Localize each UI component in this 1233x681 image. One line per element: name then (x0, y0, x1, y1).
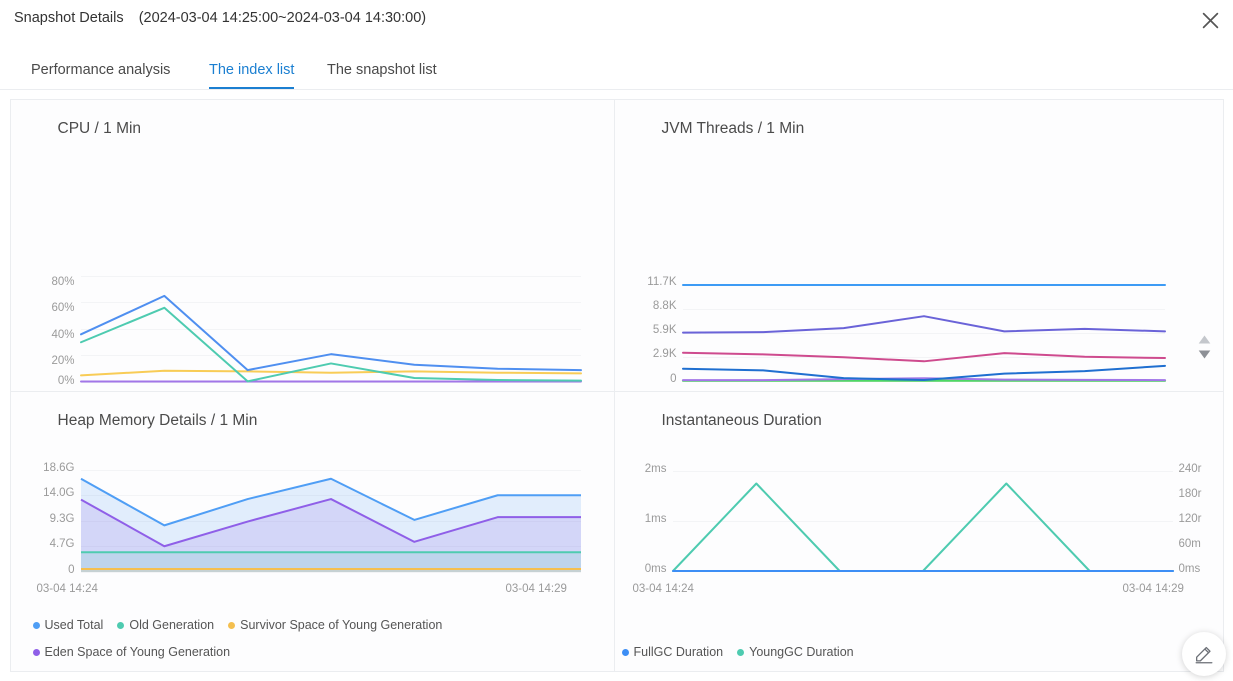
close-icon[interactable] (1195, 5, 1225, 35)
plot-area-instantaneous-duration (671, 470, 1174, 572)
legend-item-eden-space-of-young-generation[interactable]: Eden Space of Young Generation (32, 639, 231, 666)
plot-area-jvm-threads (681, 283, 1166, 382)
page-title: Snapshot Details (2024-03-04 14:25:00~20… (14, 10, 426, 26)
x-tick-heap-start: 03-04 14:24 (36, 582, 98, 595)
chart-lines-jvm-threads (681, 283, 1166, 382)
tab-bar: Performance analysis The index list The … (0, 52, 1233, 90)
tab-the-index-list[interactable]: The index list (209, 52, 295, 89)
snapshot-details-dialog: Snapshot Details (2024-03-04 14:25:00~20… (0, 0, 1233, 681)
y-tick-dur-right-2: 120r (1178, 512, 1202, 525)
legend-scroll-controls (1195, 332, 1215, 362)
chart-card-instantaneous-duration: Instantaneous Duration 2ms 1ms 0ms 240r … (613, 390, 1224, 672)
legend-dot-icon (737, 648, 745, 656)
y-tick-dur-right-4: 240r (1178, 462, 1202, 475)
y-tick-jvm-0: 0 (670, 372, 677, 385)
y-tick-cpu-4: 80% (51, 275, 75, 288)
y-tick-jvm-1: 2.9K (652, 347, 677, 360)
y-tick-cpu-3: 60% (51, 302, 75, 314)
legend-label: YoungGC Duration (749, 645, 854, 659)
legend-label: Old Generation (129, 618, 215, 632)
legend-item-survivor-space-of-young-generation[interactable]: Survivor Space of Young Generation (228, 612, 442, 639)
chart-card-heap-memory: Heap Memory Details / 1 Min 18.6G 14.0G … (9, 390, 615, 672)
y-tick-cpu-2: 40% (51, 328, 75, 341)
y-tick-dur-right-1: 60m (1178, 537, 1201, 550)
chart-card-cpu: CPU / 1 Min 80% 60% 40% 20% 0% 03-04 14:… (9, 98, 615, 392)
legend-dot-icon (117, 621, 125, 629)
y-tick-jvm-2: 5.9K (652, 323, 677, 336)
charts-grid: CPU / 1 Min 80% 60% 40% 20% 0% 03-04 14:… (9, 98, 1224, 672)
series-line (79, 369, 582, 376)
legend-heap-memory: Used Total Old Generation Survivor Space… (32, 612, 603, 666)
y-tick-dur-left-2: 2ms (644, 462, 667, 475)
legend-dot-icon (32, 648, 40, 656)
legend-dot-icon (621, 648, 629, 656)
chart-title-jvm-threads: JVM Threads / 1 Min (661, 119, 805, 137)
chart-title-cpu: CPU / 1 Min (57, 119, 142, 137)
y-tick-dur-right-0: 0ms (1178, 562, 1201, 575)
chart-lines-cpu (79, 294, 582, 382)
chart-lines-instantaneous-duration (671, 482, 1174, 572)
chart-title-heap-memory: Heap Memory Details / 1 Min (57, 411, 258, 429)
edit-pencil-icon[interactable] (1182, 632, 1226, 676)
y-tick-dur-left-1: 1ms (644, 512, 667, 525)
legend-label: Eden Space of Young Generation (44, 645, 231, 659)
x-tick-dur-end: 03-04 14:29 (1122, 582, 1184, 595)
x-tick-dur-start: 03-04 14:24 (632, 582, 694, 595)
scroll-up-arrow-icon[interactable] (1198, 332, 1211, 347)
scroll-down-arrow-icon[interactable] (1198, 347, 1211, 362)
y-tick-cpu-1: 20% (51, 355, 75, 367)
legend-dot-icon (32, 621, 40, 629)
legend-item-old-generation[interactable]: Old Generation (117, 612, 214, 639)
chart-areas-heap-memory (80, 477, 581, 572)
y-tick-dur-right-3: 180r (1178, 487, 1202, 500)
series-line (681, 351, 1166, 362)
legend-label: FullGC Duration (633, 645, 724, 659)
legend-item-used-total[interactable]: Used Total (32, 612, 104, 639)
y-tick-dur-left-0: 0ms (644, 562, 667, 575)
tab-performance-analysis[interactable]: Performance analysis (31, 52, 170, 89)
plot-area-heap-memory (80, 469, 581, 573)
chart-card-jvm-threads: JVM Threads / 1 Min 11.7K 8.8K 5.9K 2.9K… (613, 98, 1224, 392)
legend-instantaneous-duration: FullGC Duration YoungGC Duration (621, 639, 1192, 666)
series-line (681, 314, 1166, 334)
chart-title-instantaneous-duration: Instantaneous Duration (661, 411, 822, 429)
y-tick-heap-2: 9.3G (49, 512, 75, 525)
page-title-text: Snapshot Details (14, 10, 124, 26)
y-tick-jvm-3: 8.8K (652, 299, 677, 312)
y-tick-jvm-4: 11.7K (647, 275, 677, 288)
y-tick-heap-0: 0 (68, 563, 75, 576)
legend-dot-icon (228, 621, 236, 629)
y-tick-heap-1: 4.7G (49, 538, 75, 550)
legend-label: Used Total (44, 618, 104, 632)
plot-area-cpu (79, 275, 582, 383)
x-tick-heap-end: 03-04 14:29 (505, 582, 567, 595)
y-tick-heap-4: 18.6G (43, 461, 75, 474)
legend-item-fullgc-duration[interactable]: FullGC Duration (621, 639, 724, 666)
series-line (79, 294, 582, 371)
dialog-header: Snapshot Details (2024-03-04 14:25:00~20… (0, 0, 1233, 42)
legend-item-younggc-duration[interactable]: YoungGC Duration (737, 639, 854, 666)
legend-label: Survivor Space of Young Generation (240, 618, 443, 632)
y-tick-cpu-0: 0% (57, 374, 75, 387)
tab-the-snapshot-list[interactable]: The snapshot list (327, 52, 437, 89)
time-range-label: (2024-03-04 14:25:00~2024-03-04 14:30:00… (138, 10, 427, 26)
series-line (671, 482, 1174, 572)
y-tick-heap-3: 14.0G (43, 487, 75, 499)
